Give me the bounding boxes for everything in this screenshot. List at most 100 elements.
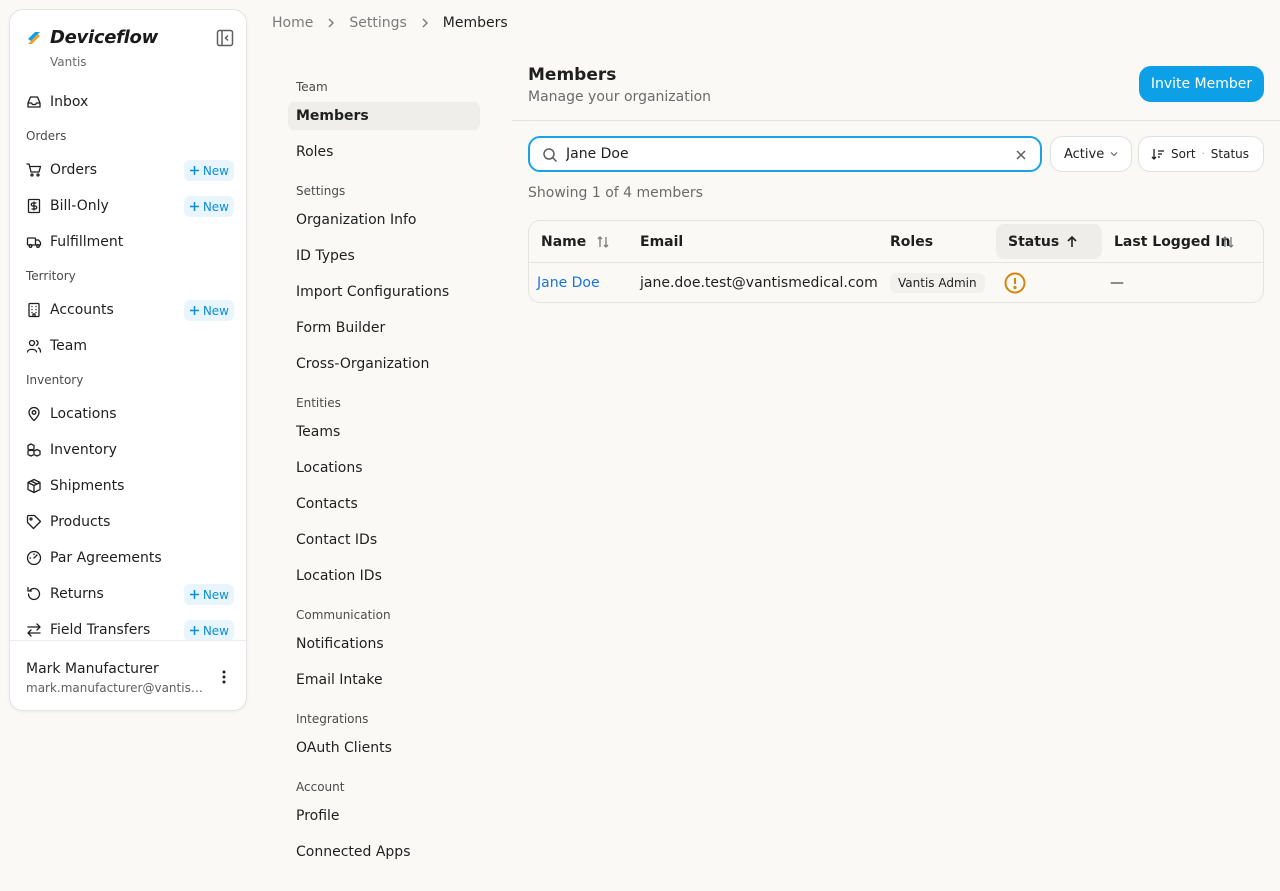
plus-icon (189, 202, 199, 211)
sidebar-item-locations[interactable]: Locations (10, 396, 246, 432)
settings-item-locations[interactable]: Locations (288, 454, 480, 482)
column-header-roles: Roles (890, 221, 990, 262)
breadcrumb: Home Settings Members (272, 14, 508, 32)
settings-item-cross-organization[interactable]: Cross-Organization (288, 350, 480, 378)
result-count: Showing 1 of 4 members (528, 185, 703, 201)
member-last-logged-in: — (1110, 274, 1124, 291)
column-header-email: Email (640, 221, 760, 262)
sidebar-item-fulfillment[interactable]: Fulfillment (10, 224, 246, 260)
members-page: Members Manage your organization Invite … (512, 56, 1280, 886)
column-header-roles-label: Roles (890, 233, 934, 250)
settings-section-settings: Settings (296, 184, 346, 198)
sidebar-item-label: Returns (50, 586, 104, 602)
chevron-down-icon (1110, 152, 1118, 157)
settings-section-entities: Entities (296, 396, 341, 410)
invite-member-button[interactable]: Invite Member (1139, 66, 1264, 102)
new-badge[interactable]: New (183, 160, 234, 181)
column-header-status[interactable]: Status (996, 224, 1102, 259)
settings-item-form-builder[interactable]: Form Builder (288, 314, 480, 342)
settings-item-contacts[interactable]: Contacts (288, 490, 480, 518)
settings-item-organization-info[interactable]: Organization Info (288, 206, 480, 234)
settings-item-contact-ids[interactable]: Contact IDs (288, 526, 480, 554)
sidebar-item-returns[interactable]: Returns New (10, 576, 246, 612)
breadcrumb-home[interactable]: Home (272, 15, 313, 31)
sidebar-item-label: Accounts (50, 302, 114, 318)
sidebar-item-inbox[interactable]: Inbox (10, 84, 246, 120)
page-subtitle: Manage your organization (528, 89, 712, 105)
search-input[interactable] (566, 144, 996, 164)
more-vertical-icon[interactable] (216, 669, 232, 685)
sidebar-item-label: Fulfillment (50, 234, 124, 250)
column-header-email-label: Email (640, 233, 684, 250)
sidebar-item-label: Par Agreements (50, 550, 162, 566)
member-name-link[interactable]: Jane Doe (537, 262, 600, 302)
dollar-icon (26, 198, 42, 214)
member-name[interactable]: Jane Doe (537, 275, 600, 291)
sidebar-item-products[interactable]: Products (10, 504, 246, 540)
sort-separator: · (1201, 148, 1205, 160)
settings-item-oauth-clients[interactable]: OAuth Clients (288, 734, 480, 762)
new-badge[interactable]: New (183, 584, 234, 605)
sidebar-item-label: Products (50, 514, 111, 530)
user-name: Mark Manufacturer (26, 661, 159, 677)
breadcrumb-settings[interactable]: Settings (349, 15, 406, 31)
search-icon (543, 148, 558, 163)
gauge-icon (26, 550, 42, 566)
users-icon (26, 338, 42, 354)
sidebar-item-shipments[interactable]: Shipments (10, 468, 246, 504)
column-header-name-label: Name (541, 233, 587, 250)
new-badge-label: New (202, 303, 229, 318)
settings-section-integrations: Integrations (296, 712, 369, 726)
sort-both-icon (597, 235, 609, 248)
settings-item-connected-apps[interactable]: Connected Apps (288, 838, 480, 866)
sort-icon (1151, 149, 1164, 160)
sidebar-item-accounts[interactable]: Accounts New (10, 292, 246, 328)
settings-section-account: Account (296, 780, 345, 794)
settings-item-import-configurations[interactable]: Import Configurations (288, 278, 480, 306)
sidebar-item-orders[interactable]: Orders New (10, 152, 246, 188)
plus-icon (189, 590, 199, 599)
settings-item-location-ids[interactable]: Location IDs (288, 562, 480, 590)
truck-icon (26, 234, 42, 250)
arrow-up-icon (1067, 235, 1077, 247)
new-badge[interactable]: New (183, 196, 234, 217)
settings-item-profile[interactable]: Profile (288, 802, 480, 830)
org-name: Vantis (50, 55, 87, 69)
plus-icon (189, 306, 199, 315)
sidebar-item-inventory[interactable]: Inventory (10, 432, 246, 468)
sidebar-item-team[interactable]: Team (10, 328, 246, 364)
status-filter-label: Active (1064, 146, 1105, 162)
brand[interactable]: Deviceflow (26, 27, 158, 48)
status-filter-dropdown[interactable]: Active (1050, 136, 1132, 172)
search-box (528, 136, 1042, 172)
sort-value: Status (1210, 147, 1250, 161)
user-block[interactable]: Mark Manufacturer mark.manufacturer@vant… (10, 640, 246, 710)
settings-item-teams[interactable]: Teams (288, 418, 480, 446)
sidebar-item-par-agreements[interactable]: Par Agreements (10, 540, 246, 576)
sidebar-collapse-icon[interactable] (216, 29, 234, 47)
cart-icon (26, 162, 42, 178)
deviceflow-logo-icon (28, 31, 40, 44)
new-badge[interactable]: New (183, 300, 234, 321)
user-email: mark.manufacturer@vantismedical.com (26, 681, 211, 695)
sort-dropdown[interactable]: Sort · Status (1138, 136, 1264, 172)
building-icon (26, 302, 42, 318)
sidebar-item-label: Inbox (50, 94, 89, 110)
new-badge-label: New (202, 163, 229, 178)
new-badge-label: New (202, 587, 229, 602)
column-header-status-label: Status (1008, 233, 1060, 250)
breadcrumb-members: Members (442, 15, 508, 31)
settings-item-roles[interactable]: Roles (288, 138, 480, 166)
plus-icon (189, 166, 199, 175)
settings-item-id-types[interactable]: ID Types (288, 242, 480, 270)
settings-item-notifications[interactable]: Notifications (288, 630, 480, 658)
new-badge[interactable]: New (183, 620, 234, 641)
column-header-last-logged-in[interactable]: Last Logged In (1114, 221, 1254, 262)
sort-both-icon (1222, 235, 1234, 248)
column-header-name[interactable]: Name (541, 221, 631, 262)
sidebar-item-bill-only[interactable]: Bill-Only New (10, 188, 246, 224)
settings-item-email-intake[interactable]: Email Intake (288, 666, 480, 694)
settings-nav: Team Members Roles Settings Organization Inf… (264, 56, 504, 886)
settings-item-members[interactable]: Members (288, 102, 480, 130)
clear-search-icon[interactable] (1014, 148, 1028, 162)
